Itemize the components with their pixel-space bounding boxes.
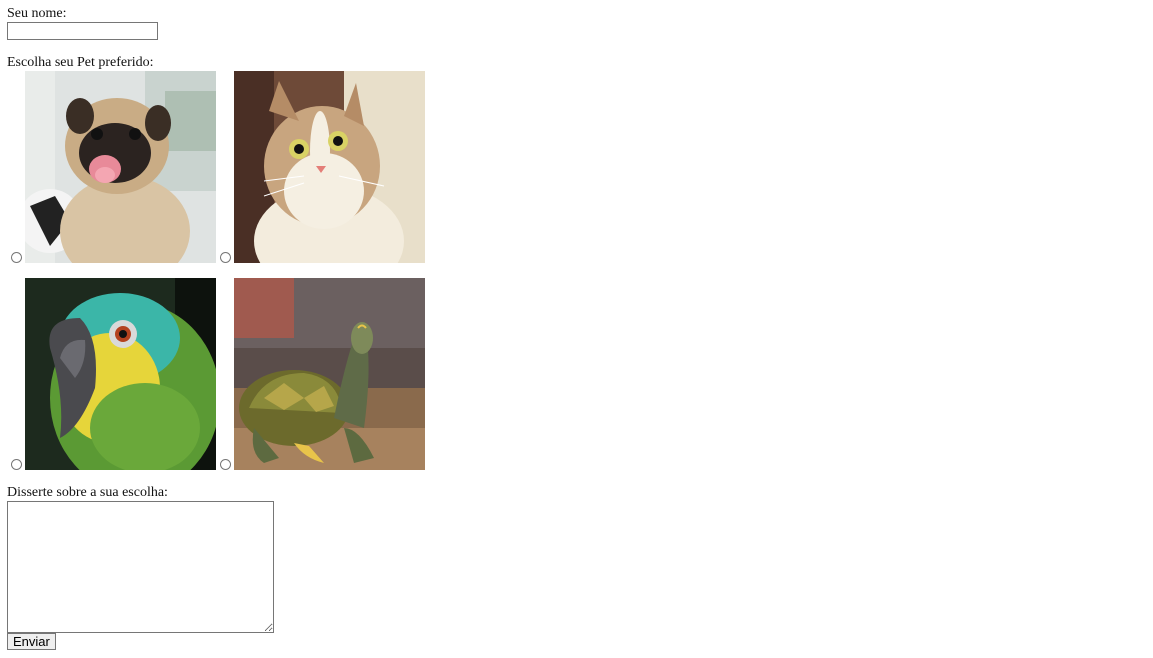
radio-parrot[interactable] [11,459,22,470]
name-input[interactable] [7,22,158,40]
name-label: Seu nome: [7,6,67,21]
cat-image[interactable] [234,71,425,263]
essay-textarea[interactable] [7,501,274,633]
turtle-image[interactable] [234,278,425,470]
dog-image[interactable] [25,71,216,263]
pet-choice-label: Escolha seu Pet preferido: [7,55,154,70]
essay-label: Disserte sobre a sua escolha: [7,485,168,500]
submit-button[interactable]: Enviar [7,633,56,650]
radio-turtle[interactable] [220,459,231,470]
radio-cat[interactable] [220,252,231,263]
parrot-image[interactable] [25,278,216,470]
radio-dog[interactable] [11,252,22,263]
